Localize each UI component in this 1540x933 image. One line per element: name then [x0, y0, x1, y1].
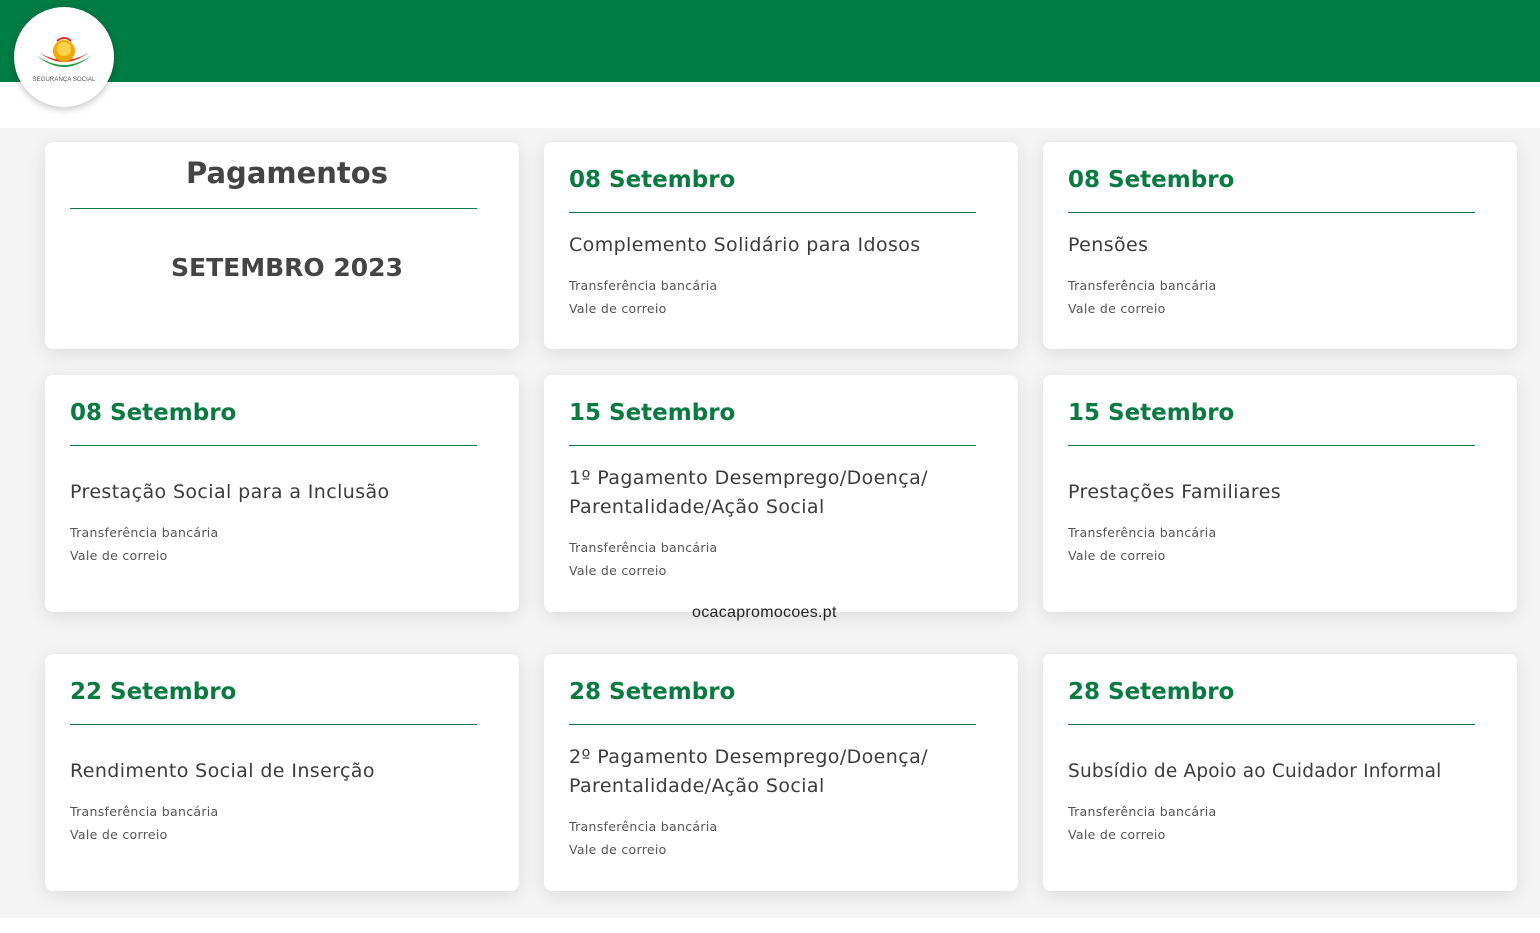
payment-method: Vale de correio [569, 301, 667, 316]
payment-card[interactable]: 15 Setembro Prestações Familiares Transf… [1043, 375, 1517, 612]
benefit-title: Pensões [1068, 234, 1149, 256]
payment-method: Vale de correio [1068, 301, 1166, 316]
payment-method: Transferência bancária [1068, 804, 1217, 819]
payment-method: Vale de correio [569, 842, 667, 857]
payment-methods: Transferência bancária Vale de correio [1068, 521, 1492, 567]
benefit-title: Complemento Solidário para Idosos [569, 234, 921, 256]
payment-method: Transferência bancária [569, 278, 718, 293]
payment-method: Vale de correio [1068, 548, 1166, 563]
seguranca-social-logo[interactable]: SEGURANÇA SOCIAL [14, 7, 114, 107]
divider [569, 724, 976, 725]
payment-method: Vale de correio [70, 548, 168, 563]
payment-method: Vale de correio [569, 563, 667, 578]
divider [569, 445, 976, 446]
divider [70, 208, 477, 209]
payment-method: Transferência bancária [569, 540, 718, 555]
benefit-title: Prestações Familiares [1068, 481, 1282, 503]
logo-text: SEGURANÇA SOCIAL [32, 77, 96, 83]
payment-date: 08 Setembro [569, 167, 736, 193]
benefit-title: Subsídio de Apoio ao Cuidador Informal [1068, 761, 1442, 782]
payment-methods: Transferência bancária Vale de correio [70, 800, 494, 846]
payment-method: Transferência bancária [1068, 525, 1217, 540]
header-bar [0, 0, 1540, 82]
payment-date: 15 Setembro [1068, 400, 1235, 426]
payment-method: Transferência bancária [569, 819, 718, 834]
payment-method: Transferência bancária [70, 525, 219, 540]
payment-date: 15 Setembro [569, 400, 736, 426]
payment-method: Vale de correio [70, 827, 168, 842]
payment-card[interactable]: 15 Setembro 1º Pagamento Desemprego/Doen… [544, 375, 1018, 612]
watermark: ocacapromocoes.pt [692, 604, 837, 621]
payment-methods: Transferência bancária Vale de correio [569, 815, 993, 861]
divider [70, 445, 477, 446]
intro-card: Pagamentos SETEMBRO 2023 [45, 142, 519, 349]
benefit-title: Rendimento Social de Inserção [70, 760, 375, 782]
payment-date: 22 Setembro [70, 679, 237, 705]
payment-method: Transferência bancária [1068, 278, 1217, 293]
payment-methods: Transferência bancária Vale de correio [569, 274, 993, 320]
payment-card[interactable]: 22 Setembro Rendimento Social de Inserçã… [45, 654, 519, 891]
divider [1068, 445, 1475, 446]
payment-card[interactable]: 28 Setembro 2º Pagamento Desemprego/Doen… [544, 654, 1018, 891]
payment-card[interactable]: 08 Setembro Complemento Solidário para I… [544, 142, 1018, 349]
payment-card[interactable]: 08 Setembro Pensões Transferência bancár… [1043, 142, 1517, 349]
payment-date: 08 Setembro [1068, 167, 1235, 193]
divider [569, 212, 976, 213]
divider [1068, 212, 1475, 213]
divider [1068, 724, 1475, 725]
payment-method: Transferência bancária [70, 804, 219, 819]
payment-card[interactable]: 08 Setembro Prestação Social para a Incl… [45, 375, 519, 612]
benefit-title: 1º Pagamento Desemprego/Doença/ Parental… [569, 467, 928, 518]
payment-date: 28 Setembro [569, 679, 736, 705]
payment-method: Vale de correio [1068, 827, 1166, 842]
logo-emblem-icon [36, 37, 92, 67]
payment-methods: Transferência bancária Vale de correio [569, 536, 993, 582]
payment-date: 08 Setembro [70, 400, 237, 426]
payment-card[interactable]: 28 Setembro Subsídio de Apoio ao Cuidado… [1043, 654, 1517, 891]
payment-date: 28 Setembro [1068, 679, 1235, 705]
payment-methods: Transferência bancária Vale de correio [1068, 274, 1492, 320]
month-label: SETEMBRO 2023 [171, 253, 403, 282]
payment-methods: Transferência bancária Vale de correio [70, 521, 494, 567]
divider [70, 724, 477, 725]
benefit-title: 2º Pagamento Desemprego/Doença/ Parental… [569, 746, 928, 797]
payment-methods: Transferência bancária Vale de correio [1068, 800, 1492, 846]
benefit-title: Prestação Social para a Inclusão [70, 481, 390, 503]
page-title: Pagamentos [186, 156, 388, 190]
